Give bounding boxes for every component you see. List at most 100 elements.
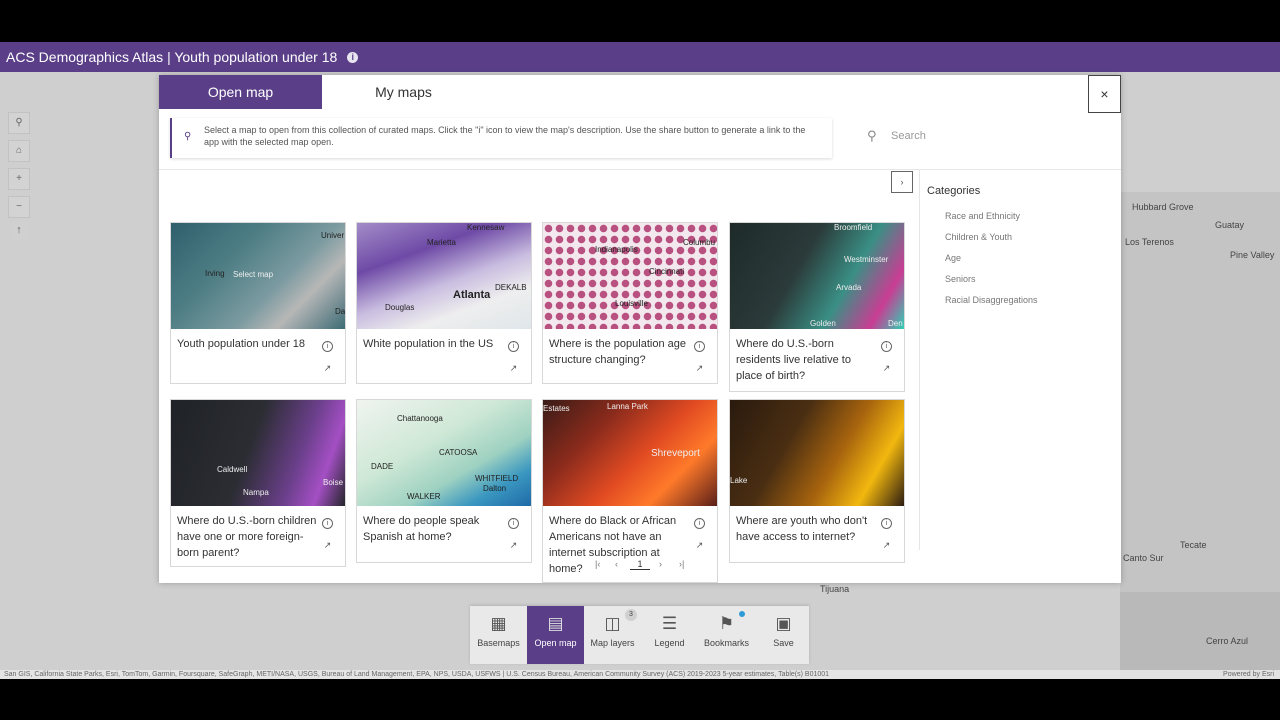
thumb-label: Da [335, 307, 345, 316]
card-title: Where are youth who don't have access to… [736, 515, 868, 543]
category-item[interactable]: Race and Ethnicity [945, 211, 1107, 221]
map-thumbnail[interactable]: Kennesaw Marietta Atlanta Douglas DEKALB [357, 223, 531, 329]
thumb-label: Caldwell [217, 465, 248, 474]
zoom-in-icon[interactable]: + [8, 168, 30, 190]
tab-my-maps[interactable]: My maps [322, 75, 485, 109]
app-header: ACS Demographics Atlas | Youth populatio… [0, 42, 1280, 72]
map-label: Pine Valley [1230, 250, 1275, 260]
compass-icon[interactable]: ↑ [9, 220, 29, 240]
thumb-label: DEKALB [495, 283, 527, 292]
zoom-out-icon[interactable]: − [8, 196, 30, 218]
map-label: Guatay [1215, 220, 1245, 230]
open-map-button[interactable]: ▤ Open map [527, 606, 584, 664]
thumb-label: Dalton [483, 484, 507, 493]
pagination: |‹ ‹ 1 › ›| [591, 559, 691, 575]
map-icon: ▤ [547, 614, 564, 633]
map-card[interactable]: Caldwell Nampa Boise Where do U.S.-born … [170, 399, 346, 567]
map-thumbnail[interactable]: Indianapolis Columbu Cincinnati Louisvil… [543, 223, 717, 329]
info-icon[interactable]: i [881, 341, 892, 352]
home-icon[interactable]: ⌂ [8, 140, 30, 162]
thumb-label: Irving [205, 269, 225, 278]
category-item[interactable]: Age [945, 253, 1107, 263]
map-card[interactable]: Kennesaw Marietta Atlanta Douglas DEKALB… [356, 222, 532, 384]
category-item[interactable]: Seniors [945, 274, 1107, 284]
thumb-label: Shreveport [651, 448, 700, 459]
thumb-label: Lanna Park [607, 402, 648, 411]
map-card[interactable]: Lake Where are youth who don't have acce… [729, 399, 905, 563]
close-button[interactable]: × [1088, 75, 1121, 113]
map-card[interactable]: Indianapolis Columbu Cincinnati Louisvil… [542, 222, 718, 384]
select-map-hint: Select map [233, 270, 274, 279]
search-icon: ⚲ [867, 128, 877, 143]
thumb-label: Den [888, 319, 903, 328]
thumb-label: Broomfield [834, 223, 873, 232]
thumb-label: Nampa [243, 488, 269, 497]
map-thumbnail[interactable]: Lake [730, 400, 904, 506]
share-icon[interactable]: ↗ [694, 540, 705, 551]
save-icon: ▣ [775, 614, 792, 633]
chevron-right-icon[interactable]: › [891, 171, 913, 193]
info-icon[interactable]: i [508, 341, 519, 352]
attribution-text: San GIS, California State Parks, Esri, T… [4, 671, 830, 678]
next-page-icon[interactable]: › [659, 559, 662, 569]
map-label: Cerro Azul [1206, 636, 1249, 646]
share-icon[interactable]: ↗ [694, 363, 705, 374]
thumb-label: Atlanta [453, 289, 491, 301]
map-card[interactable]: Estates Lanna Park Shreveport Where do B… [542, 399, 718, 583]
tool-label: Basemaps [477, 638, 520, 648]
info-icon[interactable]: i [322, 341, 333, 352]
first-page-icon[interactable]: |‹ [595, 559, 600, 569]
map-thumbnail[interactable]: Caldwell Nampa Boise [171, 400, 345, 506]
map-label: Tijuana [820, 584, 850, 594]
search-input[interactable]: ⚲ Search [865, 125, 1105, 147]
powered-by[interactable]: Powered by Esri [1223, 670, 1274, 679]
bottom-toolbar: ▦ Basemaps ▤ Open map 3 ◫ Map layers ☰ L… [470, 606, 809, 664]
map-thumbnail[interactable]: Broomfield Westminster Arvada Golden Den [730, 223, 904, 329]
map-thumbnail[interactable]: Chattanooga CATOOSA WHITFIELD DADE WALKE… [357, 400, 531, 506]
prev-page-icon[interactable]: ‹ [615, 559, 618, 569]
map-layers-button[interactable]: 3 ◫ Map layers [584, 606, 641, 664]
thumb-label: Arvada [836, 283, 862, 292]
share-icon[interactable]: ↗ [322, 540, 333, 551]
share-icon[interactable]: ↗ [508, 363, 519, 374]
info-icon[interactable]: i [881, 518, 892, 529]
layer-count-badge: 3 [625, 609, 637, 621]
share-icon[interactable]: ↗ [881, 363, 892, 374]
info-icon[interactable]: i [694, 518, 705, 529]
bookmarks-button[interactable]: ⚑ Bookmarks [698, 606, 755, 664]
share-icon[interactable]: ↗ [322, 363, 333, 374]
page-number[interactable]: 1 [630, 559, 650, 570]
map-card[interactable]: Broomfield Westminster Arvada Golden Den… [729, 222, 905, 392]
app-window: Hubbard Grove Guatay Pine Valley Los Ter… [0, 42, 1280, 679]
basemaps-button[interactable]: ▦ Basemaps [470, 606, 527, 664]
basemap-gallery-icon: ▦ [490, 614, 507, 633]
card-title: Where is the population age structure ch… [549, 338, 686, 366]
card-title: Where do people speak Spanish at home? [363, 515, 480, 543]
map-label: Hubbard Grove [1132, 202, 1194, 212]
save-button[interactable]: ▣ Save [755, 606, 812, 664]
map-controls: ⚲ ⌂ + − [8, 112, 30, 224]
info-icon[interactable]: i [322, 518, 333, 529]
category-item[interactable]: Racial Disaggregations [945, 295, 1107, 305]
search-icon[interactable]: ⚲ [8, 112, 30, 134]
info-icon[interactable]: i [508, 518, 519, 529]
tab-open-map[interactable]: Open map [159, 75, 322, 109]
info-icon[interactable]: i [347, 51, 359, 63]
share-icon[interactable]: ↗ [508, 540, 519, 551]
thumb-label: Chattanooga [397, 414, 443, 423]
card-title: Youth population under 18 [177, 338, 306, 350]
thumb-label: WHITFIELD [475, 474, 519, 483]
info-icon[interactable]: i [694, 341, 705, 352]
categories-title: Categories [927, 185, 981, 197]
map-card[interactable]: Chattanooga CATOOSA WHITFIELD DADE WALKE… [356, 399, 532, 563]
category-item[interactable]: Children & Youth [945, 232, 1107, 242]
legend-button[interactable]: ☰ Legend [641, 606, 698, 664]
map-thumbnail[interactable]: Irving Select map Univer Da [171, 223, 345, 329]
map-label: Canto Sur [1123, 553, 1164, 563]
map-thumbnail[interactable]: Estates Lanna Park Shreveport [543, 400, 717, 506]
map-card[interactable]: Irving Select map Univer Da Youth popula… [170, 222, 346, 384]
thumb-label: Boise [323, 478, 344, 487]
last-page-icon[interactable]: ›| [679, 559, 684, 569]
share-icon[interactable]: ↗ [881, 540, 892, 551]
categories-panel: Categories Race and Ethnicity Children &… [927, 185, 1107, 316]
